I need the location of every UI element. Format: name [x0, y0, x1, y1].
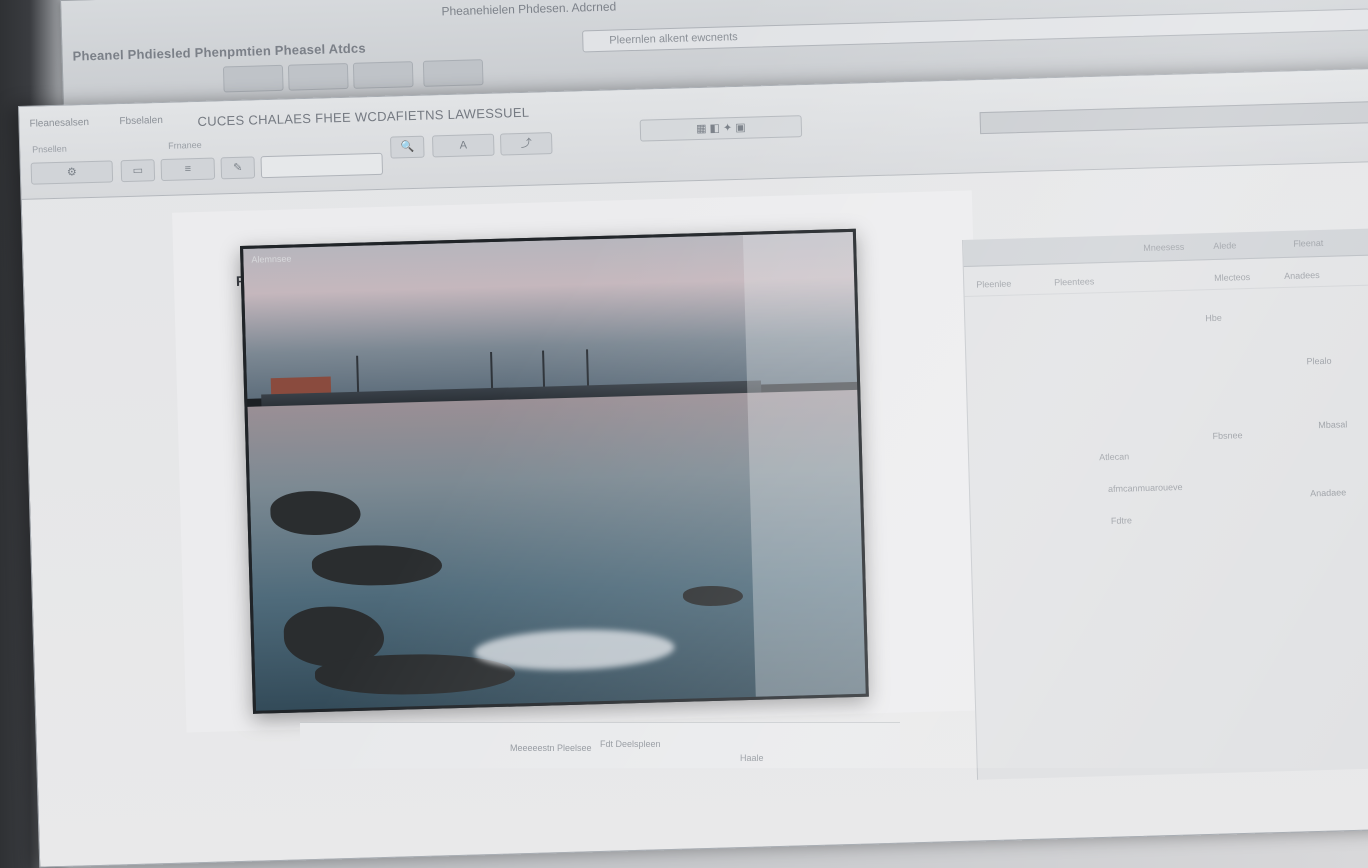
search-button[interactable]: 🔍 [390, 135, 425, 159]
search-input[interactable] [979, 100, 1368, 135]
ribbon-group-label: Frnanee [168, 139, 202, 151]
properties-panel: Mneesess Alede Fleenat Pleenlee Pleentee… [962, 228, 1368, 780]
selection-overlay [742, 231, 869, 697]
text-style-button[interactable]: A [431, 133, 495, 158]
list-item[interactable]: Atlecan [1099, 451, 1129, 462]
layout-button[interactable]: ≡ [160, 157, 216, 182]
window-title: Pheanehielen Phdesen. Adcrned [441, 0, 617, 19]
panel-header-item[interactable]: Fleenat [1293, 238, 1323, 249]
column-header: Anadees [1283, 270, 1320, 282]
list-item[interactable]: Plealo [1306, 356, 1331, 367]
tab-edit[interactable]: Fbselalen [119, 115, 163, 127]
panel-header-item[interactable]: Alede [1213, 240, 1236, 251]
column-header: Pleentees [1054, 276, 1095, 288]
list-item[interactable]: Fbsnee [1212, 430, 1242, 441]
bottom-toolbar: Meeeeestn Pleelsee Fdt Deelspleen Haale [300, 722, 900, 769]
status-label: Fdt Deelspleen [600, 739, 661, 749]
font-button[interactable]: ⚙ [30, 160, 114, 185]
toolbar-button[interactable] [222, 64, 284, 93]
divider [964, 284, 1368, 297]
arrow-button[interactable]: ⤴ [499, 132, 553, 156]
list-item[interactable]: Fdtre [1111, 515, 1132, 526]
address-field[interactable]: Pleernlen alkent ewcnents [582, 8, 1368, 53]
photo-preview[interactable]: Alemnsee [240, 228, 869, 714]
draw-button[interactable]: ✎ [220, 156, 256, 180]
status-label: Haale [740, 753, 764, 763]
ribbon-group-label: Pnsellen [32, 143, 67, 155]
column-header: Pleenlee [976, 278, 1012, 290]
font-size-field[interactable] [260, 152, 384, 179]
document-title: CUCES CHALAES FHEE WCDAFIETNS LAWESSUEL [197, 104, 530, 129]
panel-header-item[interactable]: Mneesess [1143, 242, 1184, 253]
insert-image-button[interactable]: ▭ [120, 159, 156, 183]
column-header: Mlecteos [1214, 271, 1251, 283]
format-toolbar[interactable]: ▦ ◧ ✦ ▣ [639, 115, 803, 142]
list-item[interactable]: afmcanmuaroueve [1108, 482, 1183, 494]
toolbar-button[interactable] [352, 61, 414, 89]
list-item[interactable]: Hbe [1205, 313, 1222, 323]
list-item[interactable]: Anadaee [1310, 487, 1346, 498]
toolbar-button[interactable] [287, 62, 349, 91]
list-item[interactable]: Mbasal [1318, 419, 1347, 430]
photo-caption: Alemnsee [251, 253, 292, 265]
tab-file[interactable]: Fleanesalsen [29, 117, 89, 130]
toolbar-button[interactable] [422, 59, 484, 87]
app-name: Pheanel Phdiesled Phenpmtien Pheasel Atd… [72, 40, 366, 64]
status-label: Meeeeestn Pleelsee [510, 743, 592, 753]
